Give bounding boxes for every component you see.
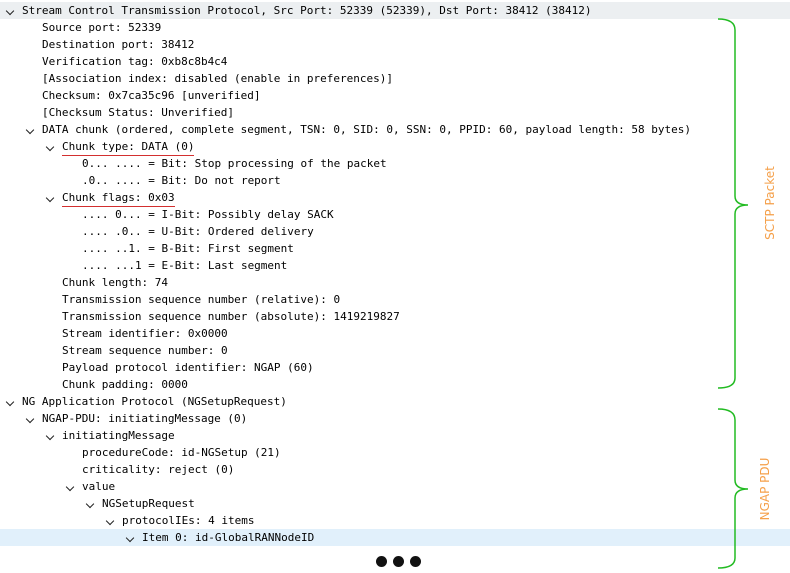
- tree-row[interactable]: Stream sequence number: 0: [0, 342, 790, 359]
- tree-row-label: Destination port: 38412: [42, 38, 195, 51]
- tree-row-label: DATA chunk (ordered, complete segment, T…: [42, 123, 692, 136]
- tree-row-label: value: [82, 480, 116, 493]
- tree-row-label: NGSetupRequest: [102, 497, 195, 510]
- tree-row-label: .0.. .... = Bit: Do not report: [82, 174, 281, 187]
- chevron-down-icon[interactable]: [44, 427, 56, 444]
- tree-row[interactable]: Chunk length: 74: [0, 274, 790, 291]
- tree-row-label: Transmission sequence number (absolute):…: [62, 310, 400, 323]
- tree-row[interactable]: Chunk type: DATA (0): [0, 138, 790, 156]
- tree-row[interactable]: Transmission sequence number (absolute):…: [0, 308, 790, 325]
- tree-row-label: Transmission sequence number (relative):…: [62, 293, 341, 306]
- tree-row-label: [Association index: disabled (enable in …: [42, 72, 393, 85]
- tree-row[interactable]: initiatingMessage: [0, 427, 790, 444]
- tree-row-label: Item 0: id-GlobalRANNodeID: [142, 531, 315, 544]
- tree-row-label: Source port: 52339: [42, 21, 162, 34]
- tree-row-label: Stream Control Transmission Protocol, Sr…: [22, 4, 592, 17]
- ellipsis-dot: [410, 556, 421, 567]
- tree-row[interactable]: Stream Control Transmission Protocol, Sr…: [0, 2, 790, 19]
- tree-row[interactable]: procedureCode: id-NGSetup (21): [0, 444, 790, 461]
- tree-row[interactable]: Chunk padding: 0000: [0, 376, 790, 393]
- tree-row-label: criticality: reject (0): [82, 463, 235, 476]
- tree-row-label: procedureCode: id-NGSetup (21): [82, 446, 281, 459]
- tree-row[interactable]: Chunk flags: 0x03: [0, 189, 790, 207]
- ellipsis-dot: [393, 556, 404, 567]
- chevron-down-icon[interactable]: [4, 393, 16, 410]
- tree-row-label: Stream sequence number: 0: [62, 344, 228, 357]
- tree-row[interactable]: Destination port: 38412: [0, 36, 790, 53]
- tree-row[interactable]: DATA chunk (ordered, complete segment, T…: [0, 121, 790, 138]
- more-ellipsis: [376, 556, 421, 567]
- tree-row[interactable]: Verification tag: 0xb8c8b4c4: [0, 53, 790, 70]
- tree-row-label: .... .0.. = U-Bit: Ordered delivery: [82, 225, 314, 238]
- tree-row[interactable]: criticality: reject (0): [0, 461, 790, 478]
- chevron-down-icon[interactable]: [24, 410, 36, 427]
- tree-row[interactable]: NGSetupRequest: [0, 495, 790, 512]
- chevron-down-icon[interactable]: [44, 189, 56, 206]
- chevron-down-icon[interactable]: [44, 138, 56, 155]
- tree-row[interactable]: NGAP-PDU: initiatingMessage (0): [0, 410, 790, 427]
- tree-row-label: .... 0... = I-Bit: Possibly delay SACK: [82, 208, 334, 221]
- chevron-down-icon[interactable]: [84, 495, 96, 512]
- chevron-down-icon[interactable]: [104, 512, 116, 529]
- tree-row[interactable]: .... 0... = I-Bit: Possibly delay SACK: [0, 206, 790, 223]
- tree-row[interactable]: value: [0, 478, 790, 495]
- chevron-down-icon[interactable]: [124, 529, 136, 546]
- tree-row-label: NG Application Protocol (NGSetupRequest): [22, 395, 287, 408]
- tree-row-label: Chunk length: 74: [62, 276, 168, 289]
- tree-row[interactable]: Item 0: id-GlobalRANNodeID: [0, 529, 790, 546]
- tree-row[interactable]: .... .0.. = U-Bit: Ordered delivery: [0, 223, 790, 240]
- tree-row-label: Stream identifier: 0x0000: [62, 327, 228, 340]
- tree-row-label: .... ...1 = E-Bit: Last segment: [82, 259, 288, 272]
- tree-row-label: Payload protocol identifier: NGAP (60): [62, 361, 314, 374]
- tree-row-label: initiatingMessage: [62, 429, 175, 442]
- tree-row[interactable]: Source port: 52339: [0, 19, 790, 36]
- chevron-down-icon[interactable]: [24, 121, 36, 138]
- sctp-packet-label: SCTP Packet: [763, 166, 777, 240]
- tree-row-label: Chunk type: DATA (0): [62, 138, 195, 156]
- chevron-down-icon[interactable]: [4, 2, 16, 19]
- tree-row-label: .... ..1. = B-Bit: First segment: [82, 242, 294, 255]
- tree-row[interactable]: .... ...1 = E-Bit: Last segment: [0, 257, 790, 274]
- tree-row[interactable]: .... ..1. = B-Bit: First segment: [0, 240, 790, 257]
- tree-row[interactable]: Stream identifier: 0x0000: [0, 325, 790, 342]
- tree-row[interactable]: [Checksum Status: Unverified]: [0, 104, 790, 121]
- tree-row[interactable]: Payload protocol identifier: NGAP (60): [0, 359, 790, 376]
- tree-row[interactable]: protocolIEs: 4 items: [0, 512, 790, 529]
- tree-row[interactable]: NG Application Protocol (NGSetupRequest): [0, 393, 790, 410]
- tree-row[interactable]: 0... .... = Bit: Stop processing of the …: [0, 155, 790, 172]
- tree-row-label: NGAP-PDU: initiatingMessage (0): [42, 412, 248, 425]
- tree-row-label: [Checksum Status: Unverified]: [42, 106, 235, 119]
- tree-row[interactable]: [Association index: disabled (enable in …: [0, 70, 790, 87]
- ellipsis-dot: [376, 556, 387, 567]
- tree-row-label: Chunk flags: 0x03: [62, 189, 175, 207]
- tree-row-label: Verification tag: 0xb8c8b4c4: [42, 55, 228, 68]
- chevron-down-icon[interactable]: [64, 478, 76, 495]
- tree-row-label: 0... .... = Bit: Stop processing of the …: [82, 157, 387, 170]
- tree-row-label: Checksum: 0x7ca35c96 [unverified]: [42, 89, 261, 102]
- tree-row-label: protocolIEs: 4 items: [122, 514, 255, 527]
- tree-row[interactable]: .0.. .... = Bit: Do not report: [0, 172, 790, 189]
- tree-row[interactable]: Transmission sequence number (relative):…: [0, 291, 790, 308]
- packet-details-tree: Stream Control Transmission Protocol, Sr…: [0, 2, 790, 546]
- tree-row[interactable]: Checksum: 0x7ca35c96 [unverified]: [0, 87, 790, 104]
- tree-row-label: Chunk padding: 0000: [62, 378, 188, 391]
- ngap-pdu-label: NGAP PDU: [758, 457, 772, 521]
